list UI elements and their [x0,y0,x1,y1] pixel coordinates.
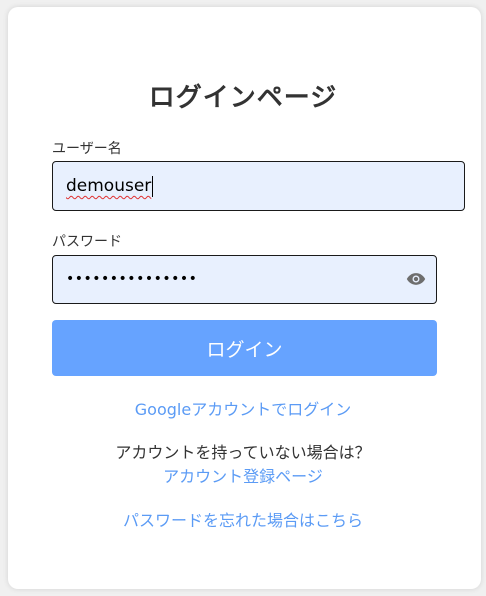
forgot-password-link[interactable]: パスワードを忘れた場合はこちら [0,507,486,531]
username-value: demouser [66,176,152,196]
login-button[interactable]: ログイン [52,320,437,376]
google-login-link[interactable]: Googleアカウントでログイン [0,396,486,420]
username-input[interactable]: demouser [52,161,465,211]
password-label: パスワード [52,234,122,250]
username-label: ユーザー名 [52,141,122,157]
no-account-text: アカウントを持っていない場合は？ [115,443,371,462]
text-caret [152,175,154,197]
page-title: ログインページ [148,83,338,113]
password-masked-value: ••••••••••••••• [66,271,198,287]
password-input[interactable]: ••••••••••••••• [52,255,437,304]
register-link[interactable]: アカウント登録ページ [0,463,486,487]
eye-icon[interactable] [405,269,427,289]
